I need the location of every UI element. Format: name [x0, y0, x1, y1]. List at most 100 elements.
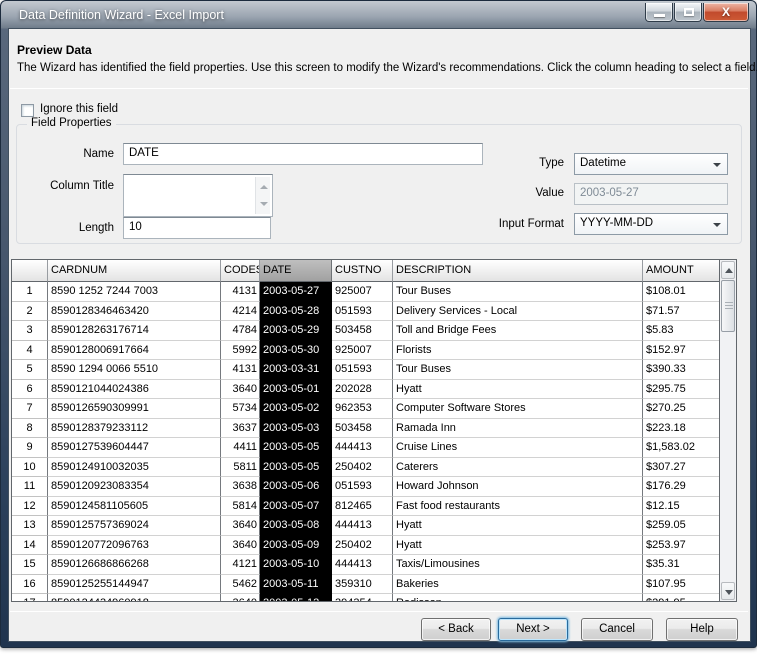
close-icon: X — [704, 5, 748, 19]
column-header-codes[interactable]: CODES — [221, 260, 260, 282]
maximize-button[interactable] — [674, 3, 702, 22]
cell-cardnum: 8590120772096763 — [48, 536, 221, 556]
cell-description: Caterers — [393, 458, 643, 478]
cell-cardnum: 8590121044024386 — [48, 380, 221, 400]
cell-date: 2003-05-06 — [260, 477, 332, 497]
table-row: 8859012837923311236372003-05-03503458Ram… — [12, 419, 719, 439]
cell-description: Delivery Services - Local — [393, 302, 643, 322]
table-row: 58590 1294 0066 551041312003-03-31051593… — [12, 360, 719, 380]
cell-codes: 5814 — [221, 497, 260, 517]
cell-codes: 4121 — [221, 555, 260, 575]
dropdown-arrow-icon — [713, 163, 721, 167]
cell-cardnum: 8590125255144947 — [48, 575, 221, 595]
cell-custno: 444413 — [332, 516, 393, 536]
input-format-dropdown[interactable]: YYYY-MM-DD — [574, 213, 728, 235]
table-row: 13859012575736902436402003-05-08444413Hy… — [12, 516, 719, 536]
name-input[interactable]: DATE — [123, 143, 483, 165]
cell-date: 2003-05-05 — [260, 438, 332, 458]
cell-rownum: 8 — [12, 419, 48, 439]
column-title-input[interactable] — [123, 174, 273, 217]
cell-amount: $5.83 — [643, 321, 719, 341]
cell-description: Tour Buses — [393, 282, 643, 302]
cell-codes: 4131 — [221, 282, 260, 302]
cell-cardnum: 8590 1294 0066 5510 — [48, 360, 221, 380]
cell-custno: 925007 — [332, 282, 393, 302]
cell-description: Hyatt — [393, 516, 643, 536]
cell-rownum: 11 — [12, 477, 48, 497]
spinner-down-icon[interactable] — [260, 202, 268, 206]
column-header-cardnum[interactable]: CARDNUM — [48, 260, 221, 282]
type-dropdown[interactable]: Datetime — [574, 153, 728, 175]
cell-amount: $12.15 — [643, 497, 719, 517]
cell-cardnum: 8590127539604447 — [48, 438, 221, 458]
cell-cardnum: 8590126590309991 — [48, 399, 221, 419]
titlebar[interactable]: Data Definition Wizard - Excel Import X — [1, 1, 756, 29]
cell-custno: 444413 — [332, 438, 393, 458]
cell-custno: 359310 — [332, 575, 393, 595]
ignore-field-label: Ignore this field — [40, 103, 118, 115]
next-button[interactable]: Next > — [498, 618, 568, 641]
cell-custno: 250402 — [332, 536, 393, 556]
cell-custno: 925007 — [332, 341, 393, 361]
cell-date: 2003-05-08 — [260, 516, 332, 536]
cell-description: Hyatt — [393, 380, 643, 400]
cell-codes: 3640 — [221, 380, 260, 400]
cell-codes: 5734 — [221, 399, 260, 419]
input-format-dropdown-value: YYYY-MM-DD — [580, 217, 653, 229]
spinner-up-icon[interactable] — [260, 185, 268, 189]
help-button[interactable]: Help — [666, 618, 738, 641]
cell-date: 2003-05-12 — [260, 594, 332, 601]
cell-cardnum: 8590126686866268 — [48, 555, 221, 575]
cell-date: 2003-05-10 — [260, 555, 332, 575]
cell-rownum: 10 — [12, 458, 48, 478]
cell-date: 2003-05-29 — [260, 321, 332, 341]
cell-rownum: 5 — [12, 360, 48, 380]
table-row: 10859012491003203558112003-05-05250402Ca… — [12, 458, 719, 478]
cell-date: 2003-05-27 — [260, 282, 332, 302]
cell-codes: 5462 — [221, 575, 260, 595]
cell-cardnum: 8590124434960918 — [48, 594, 221, 601]
cell-custno: 250402 — [332, 458, 393, 478]
cell-rownum: 6 — [12, 380, 48, 400]
table-row: 9859012753960444744112003-05-05444413Cru… — [12, 438, 719, 458]
cell-rownum: 3 — [12, 321, 48, 341]
table-row: 6859012104402438636402003-05-01202028Hya… — [12, 380, 719, 400]
cell-amount: $152.97 — [643, 341, 719, 361]
column-header-custno[interactable]: CUSTNO — [332, 260, 393, 282]
cell-description: Ramada Inn — [393, 419, 643, 439]
column-header-amount[interactable]: AMOUNT — [643, 260, 719, 282]
close-button[interactable]: X — [703, 3, 749, 22]
header-separator — [10, 88, 748, 89]
cell-cardnum: 8590128006917664 — [48, 341, 221, 361]
table-row: 12859012458110560558142003-05-07812465Fa… — [12, 497, 719, 517]
cell-cardnum: 8590128379233112 — [48, 419, 221, 439]
cell-codes: 4214 — [221, 302, 260, 322]
cell-codes: 3637 — [221, 419, 260, 439]
scroll-up-button[interactable] — [721, 261, 735, 279]
column-title-spinner[interactable] — [255, 177, 270, 214]
cell-custno: 503458 — [332, 321, 393, 341]
screen: Data Definition Wizard - Excel Import X … — [0, 0, 757, 656]
cell-rownum: 9 — [12, 438, 48, 458]
column-header-description[interactable]: DESCRIPTION — [393, 260, 643, 282]
cell-codes: 5811 — [221, 458, 260, 478]
table-row: 2859012834646342042142003-05-28051593Del… — [12, 302, 719, 322]
ignore-field-checkbox[interactable] — [21, 104, 34, 117]
length-input[interactable]: 10 — [123, 217, 271, 239]
table-row: 14859012077209676336402003-05-09250402Hy… — [12, 536, 719, 556]
scrollbar-thumb[interactable] — [721, 280, 735, 332]
column-header-date[interactable]: DATE — [260, 260, 332, 282]
vertical-scrollbar[interactable] — [719, 260, 736, 601]
type-label: Type — [484, 157, 564, 169]
table-body: 18590 1252 7244 700341312003-05-27925007… — [12, 282, 719, 601]
column-header-rownum[interactable] — [12, 260, 48, 282]
scroll-down-button[interactable] — [721, 582, 735, 600]
cell-description: Bakeries — [393, 575, 643, 595]
back-button[interactable]: < Back — [421, 618, 491, 641]
type-dropdown-value: Datetime — [580, 157, 626, 169]
minimize-button[interactable] — [645, 3, 673, 22]
cell-date: 2003-05-11 — [260, 575, 332, 595]
cell-cardnum: 8590 1252 7244 7003 — [48, 282, 221, 302]
cell-amount: $35.31 — [643, 555, 719, 575]
cancel-button[interactable]: Cancel — [581, 618, 653, 641]
